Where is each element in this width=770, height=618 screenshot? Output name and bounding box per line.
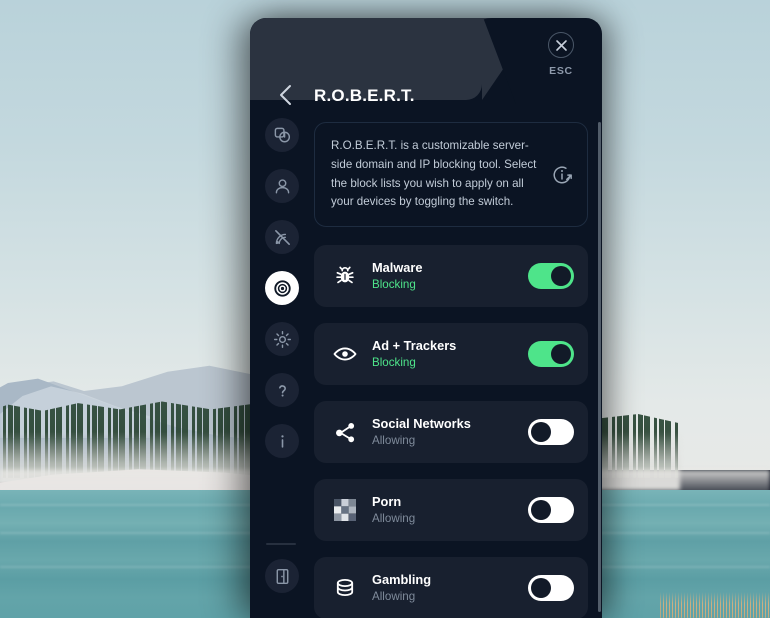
blocklist-title: Malware — [372, 260, 423, 276]
blocklist-status: Allowing — [372, 511, 416, 525]
toggle-knob — [551, 266, 571, 287]
blocklist-row-text: Malware Blocking — [360, 259, 528, 292]
settings-gear-icon — [273, 330, 292, 349]
blocklist-row-porn[interactable]: Porn Allowing — [314, 479, 588, 542]
sidebar-rail — [250, 118, 314, 618]
info-icon — [273, 432, 292, 451]
sidebar-item-help[interactable] — [265, 373, 299, 407]
info-external-link-icon[interactable] — [551, 164, 573, 186]
toggle-knob — [531, 500, 551, 521]
account-icon — [273, 177, 292, 196]
sidebar-item-robert[interactable] — [265, 271, 299, 305]
blocklist-title: Social Networks — [372, 416, 471, 432]
blocklist-title: Porn — [372, 494, 402, 510]
chevron-left-icon — [278, 84, 293, 106]
sidebar-item-account[interactable] — [265, 169, 299, 203]
sidebar-divider — [266, 543, 296, 545]
blocklist-toggle-gambling[interactable] — [528, 575, 574, 602]
help-question-icon — [273, 381, 292, 400]
blocklist-status: Blocking — [372, 277, 416, 291]
blocklist-row-text: Ad + Trackers Blocking — [360, 337, 528, 370]
database-chips-icon — [330, 576, 360, 600]
panel-scrollbar[interactable] — [598, 122, 601, 612]
sidebar-item-devices[interactable] — [265, 118, 299, 152]
pixelated-censor-icon — [330, 499, 360, 522]
sidebar-bottom-section — [250, 543, 314, 610]
connection-off-icon — [273, 228, 292, 247]
blocklist-status: Allowing — [372, 433, 416, 447]
blocklist-status: Allowing — [372, 589, 416, 603]
blocklist-toggle-malware[interactable] — [528, 263, 574, 290]
close-icon[interactable] — [548, 32, 574, 58]
blocklist-row-social-networks[interactable]: Social Networks Allowing — [314, 401, 588, 464]
sidebar-item-settings[interactable] — [265, 322, 299, 356]
toggle-knob — [551, 344, 571, 365]
robert-target-icon — [273, 279, 292, 298]
blocklist-toggle-porn[interactable] — [528, 497, 574, 524]
back-button[interactable] — [270, 80, 300, 110]
blocklist-toggle-social-networks[interactable] — [528, 419, 574, 446]
blocklist-row-text: Gambling Allowing — [360, 571, 528, 604]
blocklist-title: Gambling — [372, 572, 432, 588]
info-card-text: R.O.B.E.R.T. is a customizable server-si… — [331, 139, 537, 209]
logout-door-icon — [273, 567, 292, 586]
page-title: R.O.B.E.R.T. — [314, 86, 415, 105]
devices-icon — [273, 126, 292, 145]
blocklist-title: Ad + Trackers — [372, 338, 457, 354]
share-network-icon — [330, 420, 360, 445]
blocklist-row-malware[interactable]: Malware Blocking — [314, 245, 588, 308]
blocklist-content: R.O.B.E.R.T. is a customizable server-si… — [314, 122, 588, 618]
close-esc-button[interactable]: ESC — [538, 32, 584, 77]
toggle-knob — [531, 578, 551, 599]
blocklist-status: Blocking — [372, 355, 416, 369]
sidebar-item-logout[interactable] — [265, 559, 299, 593]
robert-settings-panel: R.O.B.E.R.T. ESC R.O.B.E.R.T. is a custo… — [250, 18, 602, 618]
toggle-knob — [531, 422, 551, 443]
blocklist-row-ad-trackers[interactable]: Ad + Trackers Blocking — [314, 323, 588, 386]
sidebar-item-connection[interactable] — [265, 220, 299, 254]
bug-icon — [330, 264, 360, 288]
blocklist-row-text: Social Networks Allowing — [360, 415, 528, 448]
wallpaper-grass — [660, 592, 770, 618]
blocklist-row-gambling[interactable]: Gambling Allowing — [314, 557, 588, 618]
sidebar-item-info[interactable] — [265, 424, 299, 458]
blocklist-toggle-ad-trackers[interactable] — [528, 341, 574, 368]
blocklist-row-text: Porn Allowing — [360, 493, 528, 526]
info-card: R.O.B.E.R.T. is a customizable server-si… — [314, 122, 588, 228]
esc-label: ESC — [549, 65, 573, 77]
eye-icon — [330, 341, 360, 367]
